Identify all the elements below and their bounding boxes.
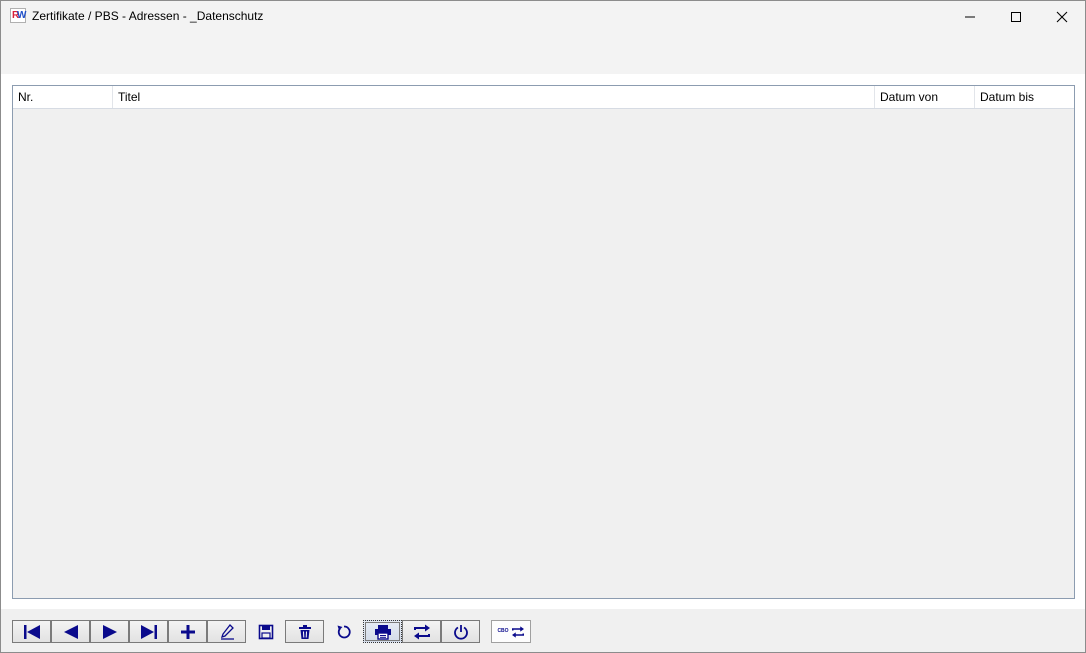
previous-record-button[interactable] (51, 620, 90, 643)
printer-icon (374, 624, 391, 640)
minimize-icon (965, 16, 975, 17)
maximize-button[interactable] (993, 1, 1039, 32)
floppy-icon (258, 624, 273, 639)
first-icon (23, 624, 40, 639)
maximize-icon (1011, 11, 1021, 22)
cbo-label: CBO (497, 628, 509, 634)
close-window-button[interactable] (1039, 1, 1085, 32)
app-window: RW Zertifikate / PBS - Adressen - _Daten… (0, 0, 1086, 653)
power-icon (453, 624, 468, 640)
plus-icon (180, 624, 195, 639)
grid-body[interactable] (13, 109, 1074, 598)
first-record-button[interactable] (12, 620, 51, 643)
cbo-switch-button[interactable]: CBO (491, 620, 531, 643)
column-header-datum-bis[interactable]: Datum bis (975, 86, 1074, 108)
column-header-titel[interactable]: Titel (113, 86, 875, 108)
rw-app-icon[interactable]: RW (10, 8, 26, 23)
switch-button[interactable] (402, 620, 441, 643)
swap-arrows-icon (413, 624, 430, 639)
column-header-nr[interactable]: Nr. (13, 86, 113, 108)
add-record-button[interactable] (168, 620, 207, 643)
print-button[interactable] (363, 620, 402, 643)
last-record-button[interactable] (129, 620, 168, 643)
pencil-icon (220, 623, 234, 640)
previous-icon (63, 624, 78, 639)
close-form-button[interactable] (441, 620, 480, 643)
refresh-button[interactable] (324, 620, 363, 643)
trash-icon (298, 624, 311, 639)
column-header-datum-von[interactable]: Datum von (875, 86, 975, 108)
edit-record-button[interactable] (207, 620, 246, 643)
delete-record-button[interactable] (285, 620, 324, 643)
navigator-bar: CBO (1, 609, 1085, 652)
next-record-button[interactable] (90, 620, 129, 643)
cbo-swap-icon (511, 625, 524, 638)
grid-header: Nr. Titel Datum von Datum bis (13, 86, 1074, 109)
refresh-icon (337, 625, 351, 638)
title-bar[interactable]: RW Zertifikate / PBS - Adressen - _Daten… (1, 1, 1085, 32)
last-icon (140, 624, 157, 639)
records-grid[interactable]: Nr. Titel Datum von Datum bis (12, 85, 1075, 599)
content-area: Nr. Titel Datum von Datum bis (1, 74, 1085, 609)
save-record-button[interactable] (246, 620, 285, 643)
empty-toolbar-area (1, 32, 1085, 74)
minimize-button[interactable] (947, 1, 993, 32)
window-title: Zertifikate / PBS - Adressen - _Datensch… (32, 9, 264, 23)
close-icon (1056, 11, 1068, 22)
next-icon (102, 624, 117, 639)
